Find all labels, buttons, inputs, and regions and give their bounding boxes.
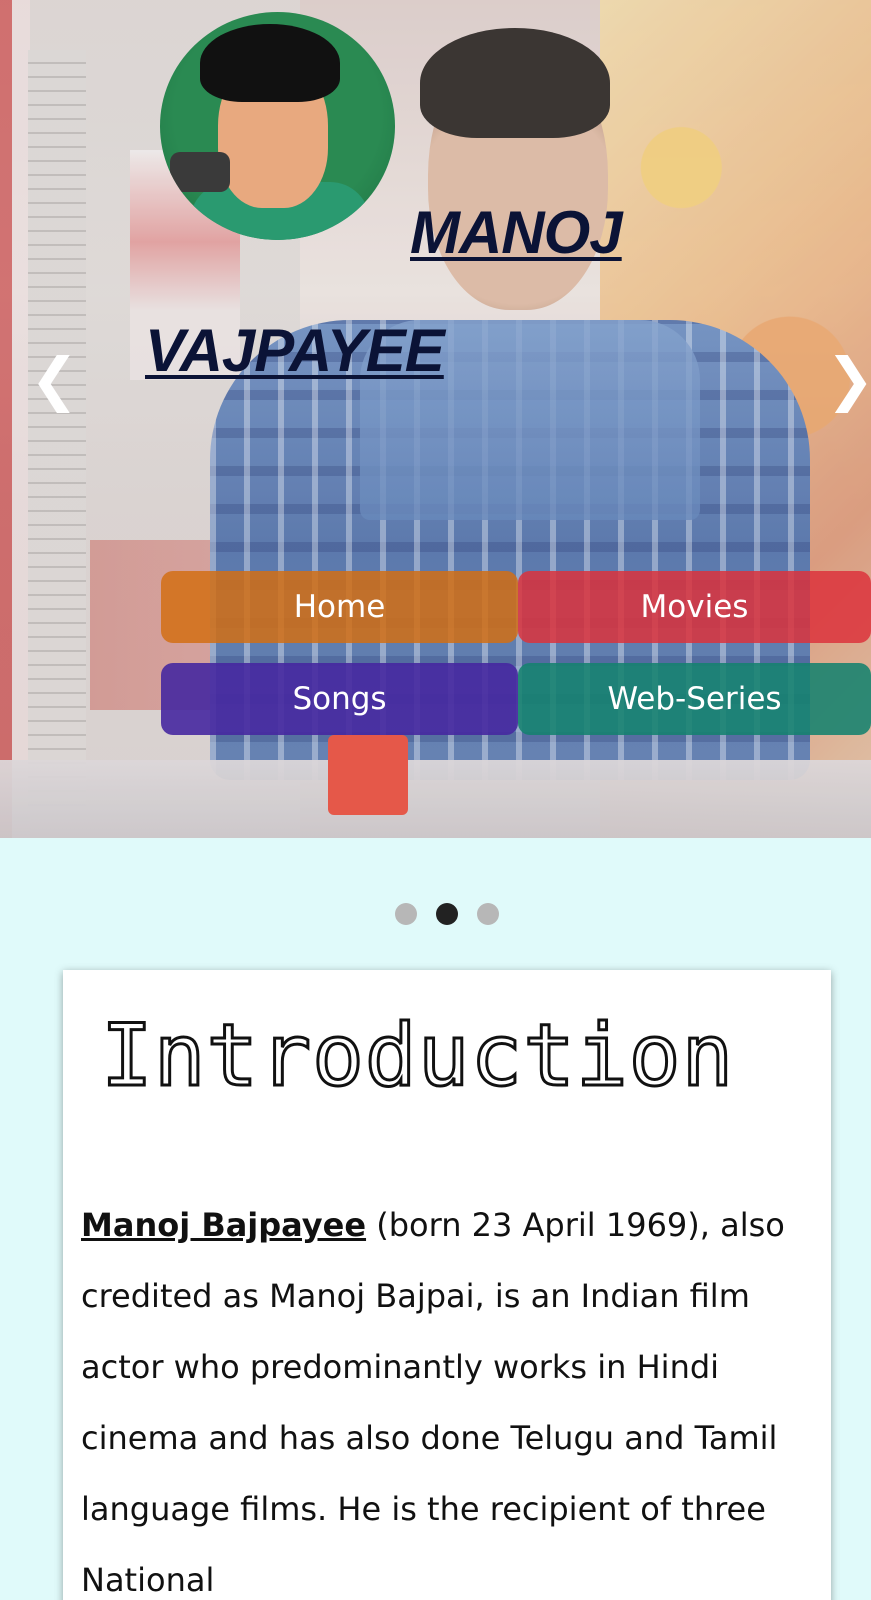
manoj-bajpayee-link[interactable]: Manoj Bajpayee	[81, 1206, 366, 1244]
introduction-card: Introduction Manoj Bajpayee (born 23 Apr…	[63, 970, 831, 1600]
avatar-hair	[200, 24, 340, 102]
nav-web-series-button[interactable]: Web-Series	[518, 663, 871, 735]
avatar-gun-icon	[170, 152, 230, 192]
carousel-prev-icon[interactable]: ❮	[30, 350, 79, 408]
carousel-dot-2-active[interactable]	[436, 903, 458, 925]
nav-songs-button[interactable]: Songs	[161, 663, 518, 735]
introduction-paragraph: (born 23 April 1969), also credited as M…	[81, 1206, 785, 1599]
introduction-text: Manoj Bajpayee (born 23 April 1969), als…	[81, 1190, 801, 1600]
nav-movies-button[interactable]: Movies	[518, 571, 871, 643]
hero-carousel: MANOJ VAJPAYEE ❮ ❯ Home Movies Songs Web…	[0, 0, 871, 838]
page: MANOJ VAJPAYEE ❮ ❯ Home Movies Songs Web…	[0, 0, 871, 1600]
avatar	[160, 12, 395, 240]
carousel-next-icon[interactable]: ❯	[826, 350, 871, 408]
carousel-dot-3[interactable]	[477, 903, 499, 925]
introduction-heading: Introduction	[99, 1005, 735, 1108]
carousel-dot-1[interactable]	[395, 903, 417, 925]
site-title-line1: MANOJ	[410, 199, 623, 266]
site-title-line2: VAJPAYEE	[145, 317, 445, 384]
nav-home-button[interactable]: Home	[161, 571, 518, 643]
